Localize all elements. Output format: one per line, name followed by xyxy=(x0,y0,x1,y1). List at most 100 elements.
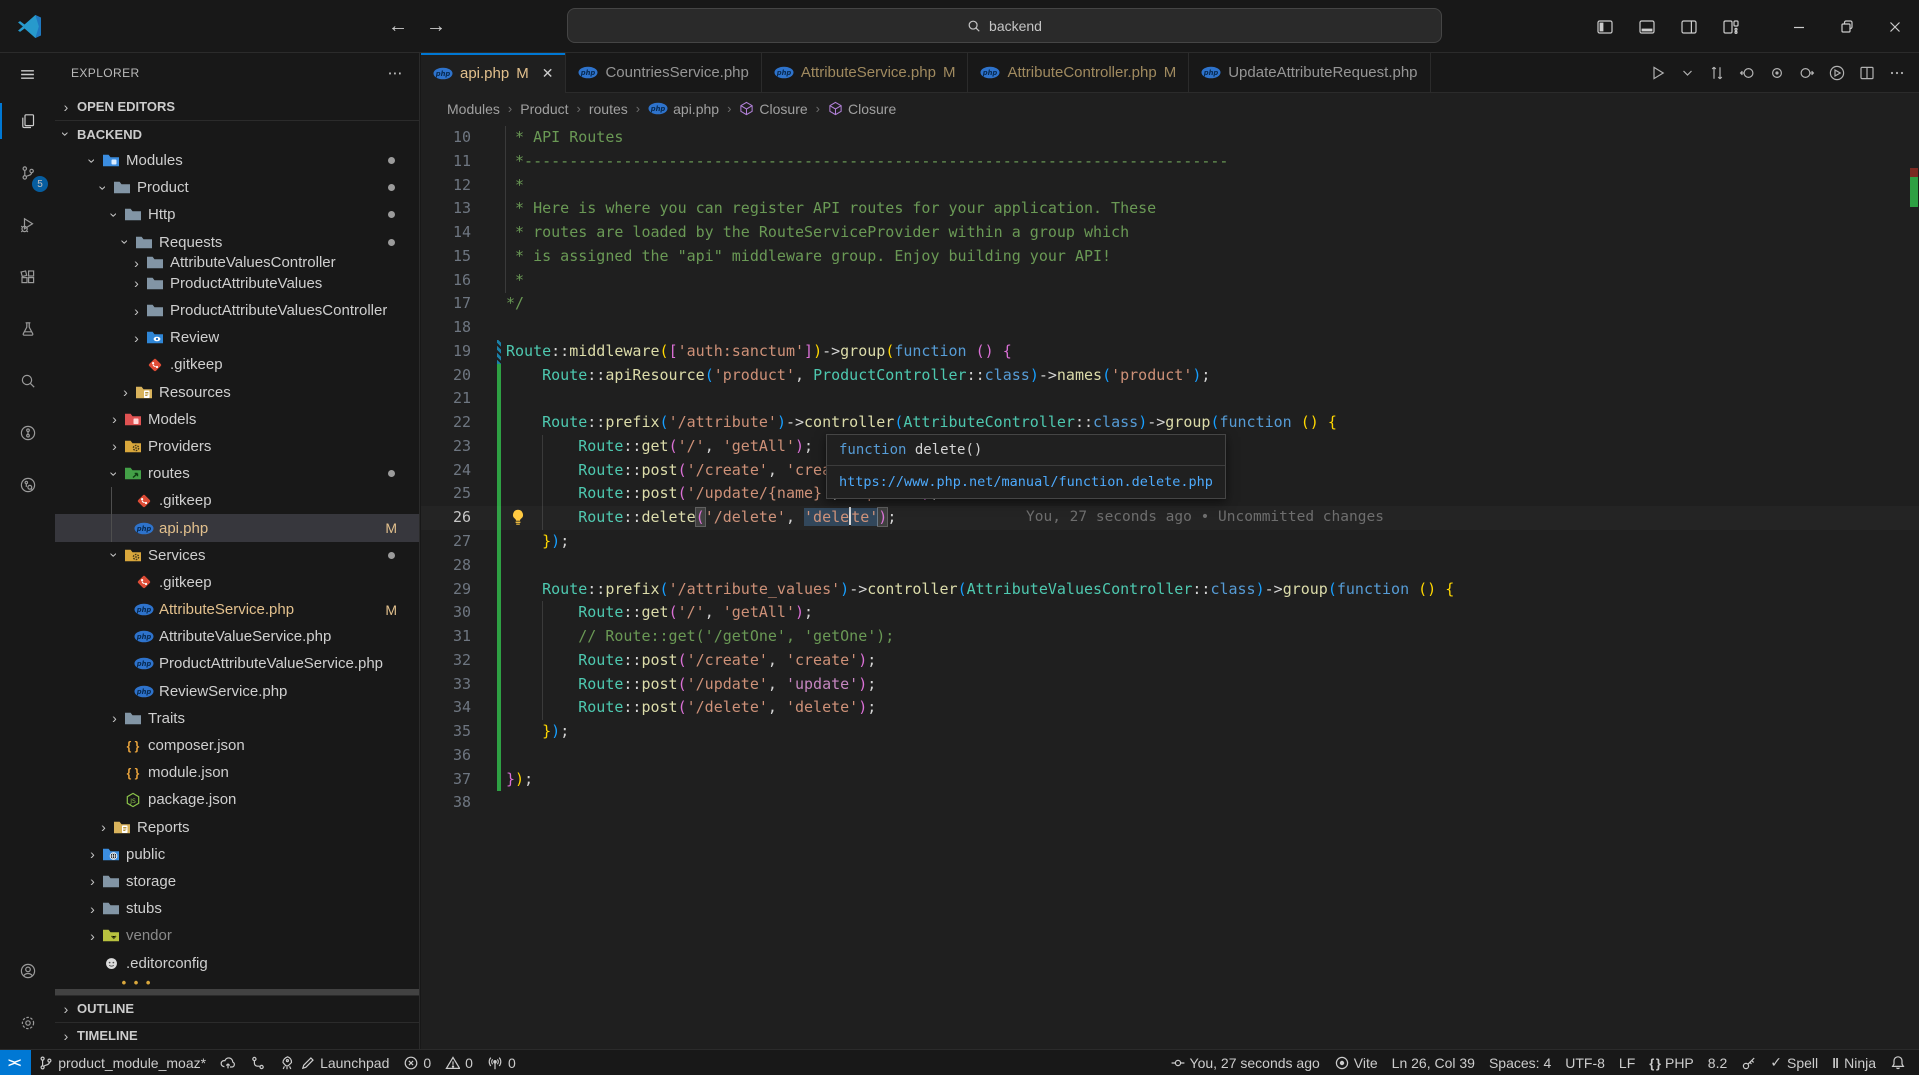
lightbulb-icon[interactable] xyxy=(511,509,525,526)
status-blame[interactable]: You, 27 seconds ago xyxy=(1163,1050,1327,1075)
tab-api.php[interactable]: phpapi.phpM✕ xyxy=(421,53,566,93)
restore-button[interactable] xyxy=(1823,0,1871,53)
code-text[interactable]: Route::apiResource('product', ProductCon… xyxy=(506,364,1210,388)
status-spell[interactable]: ✓Spell xyxy=(1763,1050,1825,1075)
status-indentation[interactable]: Spaces: 4 xyxy=(1482,1050,1558,1075)
run-dropdown-icon[interactable] xyxy=(1680,65,1695,80)
tree-item-ReviewService.php[interactable]: phpReviewService.php xyxy=(55,678,419,705)
status-notifications[interactable] xyxy=(1883,1050,1913,1075)
breadcrumb-Product[interactable]: Product xyxy=(520,101,568,117)
tree-item-.gitkeep[interactable]: .gitkeep xyxy=(55,487,419,514)
activity-extensions[interactable] xyxy=(0,251,55,303)
tree-item-api.php[interactable]: phpapi.phpM xyxy=(55,514,419,541)
tree-item-Requests[interactable]: ›Requests xyxy=(55,229,419,256)
status-remote[interactable]: >< xyxy=(0,1050,31,1075)
tree-item-stubs[interactable]: ›stubs xyxy=(55,895,419,922)
more-actions-icon[interactable] xyxy=(1889,65,1905,81)
code-text[interactable]: Route::prefix('/attribute')->controller(… xyxy=(506,411,1337,435)
prev-change-circle-icon[interactable] xyxy=(1739,65,1755,81)
code-text[interactable]: Route::post('/create', 'create'); xyxy=(506,459,876,483)
status-php-version[interactable]: 8.2 xyxy=(1701,1050,1734,1075)
code-editor[interactable]: 10 * API Routes11 *---------------------… xyxy=(421,124,1919,1049)
code-text[interactable]: *---------------------------------------… xyxy=(506,150,1228,174)
minimize-button[interactable] xyxy=(1775,0,1823,53)
status-cursor-position[interactable]: Ln 26, Col 39 xyxy=(1385,1050,1482,1075)
open-changes-icon[interactable] xyxy=(1709,65,1725,81)
tree-item-Providers[interactable]: ›Providers xyxy=(55,433,419,460)
timeline-section[interactable]: ›TIMELINE xyxy=(55,1022,419,1049)
status-git-branch[interactable]: product_module_moaz* xyxy=(31,1050,213,1075)
tree-item-ProductAttributeValueService.php[interactable]: phpProductAttributeValueService.php xyxy=(55,650,419,677)
code-text[interactable]: Route::post('/delete', 'delete'); xyxy=(506,696,876,720)
tree-item-AttributeValuesController[interactable]: ›AttributeValuesController xyxy=(55,256,419,270)
run-icon[interactable] xyxy=(1650,65,1666,81)
outline-section[interactable]: ›OUTLINE xyxy=(55,995,419,1022)
tree-item-.gitkeep[interactable]: .gitkeep xyxy=(55,569,419,596)
code-text[interactable]: * is assigned the "api" middleware group… xyxy=(506,245,1111,269)
toggle-panel-icon[interactable] xyxy=(1629,9,1665,45)
overview-ruler[interactable] xyxy=(1909,124,1919,1049)
breadcrumb-Modules[interactable]: Modules xyxy=(447,101,500,117)
code-text[interactable]: * xyxy=(506,174,524,198)
tab-AttributeController.php[interactable]: phpAttributeController.phpM xyxy=(968,53,1189,93)
status-ninja[interactable]: ‖Ninja xyxy=(1825,1050,1883,1075)
toggle-sidebar-icon[interactable] xyxy=(1587,9,1623,45)
open-editors-section[interactable]: ›OPEN EDITORS xyxy=(55,93,419,120)
command-center-search[interactable]: backend xyxy=(567,8,1442,43)
tree-item-Services[interactable]: ›Services xyxy=(55,542,419,569)
code-text[interactable]: Route::middleware(['auth:sanctum'])->gro… xyxy=(506,340,1012,364)
toggle-secondary-sidebar-icon[interactable] xyxy=(1671,9,1707,45)
code-text[interactable]: Route::delete('/delete', 'delete'); xyxy=(506,506,896,530)
status-launchpad[interactable]: Launchpad xyxy=(272,1050,396,1075)
tree-item-Http[interactable]: ›Http xyxy=(55,201,419,228)
breadcrumb-routes[interactable]: routes xyxy=(589,101,628,117)
tree-item-Reports[interactable]: ›Reports xyxy=(55,814,419,841)
status-encoding[interactable]: UTF-8 xyxy=(1558,1050,1612,1075)
activity-testing[interactable] xyxy=(0,303,55,355)
code-text[interactable]: Route::post('/update', 'update'); xyxy=(506,673,876,697)
breadcrumb-Closure[interactable]: Closure xyxy=(739,101,807,117)
breadcrumb-Closure[interactable]: Closure xyxy=(828,101,896,117)
workspace-root-section[interactable]: ›BACKEND xyxy=(55,120,419,147)
activity-run-debug[interactable] xyxy=(0,199,55,251)
tree-item-.editorconfig[interactable]: .editorconfig xyxy=(55,949,419,976)
tree-item-AttributeValueService.php[interactable]: phpAttributeValueService.php xyxy=(55,623,419,650)
code-text[interactable]: Route::prefix('/attribute_values')->cont… xyxy=(506,578,1454,602)
code-text[interactable]: }); xyxy=(506,768,533,792)
nav-forward-icon[interactable]: → xyxy=(426,15,446,38)
code-text[interactable]: * xyxy=(506,269,524,293)
tree-item-Review[interactable]: ›Review xyxy=(55,324,419,351)
split-editor-icon[interactable] xyxy=(1859,65,1875,81)
tree-item-.gitkeep[interactable]: .gitkeep xyxy=(55,351,419,378)
activity-accounts[interactable] xyxy=(0,945,55,997)
code-text[interactable]: * API Routes xyxy=(506,126,623,150)
tree-item-public[interactable]: ›public xyxy=(55,841,419,868)
tree-item-composer.json[interactable]: { }composer.json xyxy=(55,732,419,759)
tree-item-Resources[interactable]: ›Resources xyxy=(55,379,419,406)
nav-back-icon[interactable]: ← xyxy=(388,15,408,38)
tree-item-clipped[interactable]: • • • xyxy=(55,977,419,989)
activity-gitlens[interactable] xyxy=(0,407,55,459)
next-change-circle-icon[interactable] xyxy=(1799,65,1815,81)
activity-gitlens-inspect[interactable] xyxy=(0,459,55,511)
tab-CountriesService.php[interactable]: phpCountriesService.php xyxy=(566,53,761,93)
status-publish[interactable] xyxy=(213,1050,243,1075)
tree-item-ProductAttributeValues[interactable]: ›ProductAttributeValues xyxy=(55,270,419,297)
status-git-graph[interactable] xyxy=(243,1050,272,1075)
tree-item-vendor[interactable]: ›vendor xyxy=(55,922,419,949)
status-eol[interactable]: LF xyxy=(1612,1050,1642,1075)
status-intelephense-key[interactable] xyxy=(1734,1050,1763,1075)
status-errors[interactable]: 0 xyxy=(396,1050,438,1075)
tree-item-module.json[interactable]: { }module.json xyxy=(55,759,419,786)
change-circle-icon[interactable] xyxy=(1769,65,1785,81)
customize-layout-icon[interactable] xyxy=(1713,9,1749,45)
tree-item-Models[interactable]: ›Models xyxy=(55,406,419,433)
code-text[interactable]: * Here is where you can register API rou… xyxy=(506,197,1156,221)
explorer-more-icon[interactable]: ⋯ xyxy=(388,64,403,82)
code-text[interactable]: */ xyxy=(506,292,524,316)
tree-item-Product[interactable]: ›Product xyxy=(55,174,419,201)
breadcrumb-api.php[interactable]: phpapi.php xyxy=(648,101,719,117)
tooltip-link[interactable]: https://www.php.net/manual/function.dele… xyxy=(827,466,1225,498)
status-vite[interactable]: Vite xyxy=(1327,1050,1385,1075)
activity-explorer[interactable] xyxy=(0,95,55,147)
